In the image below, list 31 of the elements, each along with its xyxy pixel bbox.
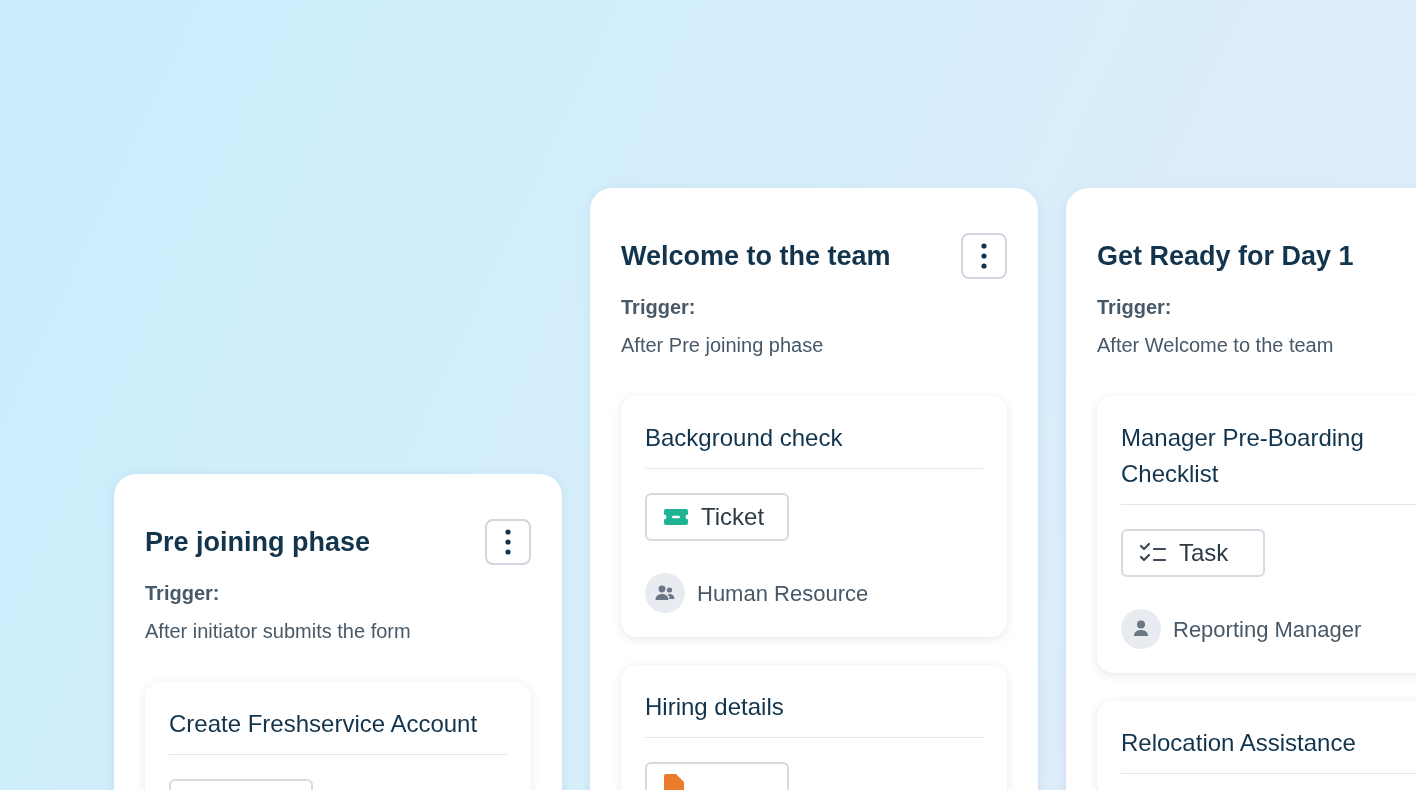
checklist-icon	[1139, 542, 1167, 564]
trigger-value: After initiator submits the form	[145, 619, 412, 644]
assignee-name: Human Resource	[697, 579, 869, 608]
task-title: Relocation Assistance	[1121, 728, 1357, 758]
kebab-menu-icon	[981, 243, 987, 269]
person-icon	[1121, 609, 1161, 649]
more-options-button[interactable]	[485, 519, 531, 565]
phase-title: Get Ready for Day 1	[1097, 239, 1354, 273]
trigger-value: After Pre joining phase	[621, 333, 825, 358]
assignee-name: Reporting Manager	[1173, 615, 1362, 644]
task-type-label: Task	[1179, 538, 1229, 568]
task-card[interactable]: Background check Ticket Human Resource	[621, 396, 1007, 637]
task-card[interactable]: Create Freshservice Account	[145, 682, 531, 790]
trigger-label: Trigger:	[1097, 295, 1173, 320]
phase-title: Welcome to the team	[621, 239, 891, 273]
people-icon	[645, 573, 685, 613]
trigger-value: After Welcome to the team	[1097, 333, 1335, 358]
more-options-button[interactable]	[961, 233, 1007, 279]
task-title: Manager Pre-Boarding Checklist	[1121, 423, 1365, 489]
trigger-label: Trigger:	[621, 295, 697, 320]
task-card[interactable]: Manager Pre-Boarding Checklist Task Reporting Manager	[1097, 396, 1416, 673]
task-card[interactable]: Relocation Assistance	[1097, 701, 1416, 790]
task-title: Background check	[645, 423, 844, 453]
kebab-menu-icon	[505, 529, 511, 555]
task-card[interactable]: Hiring details	[621, 665, 1007, 790]
ticket-icon	[663, 508, 689, 526]
task-type-label: Ticket	[701, 502, 765, 532]
trigger-label: Trigger:	[145, 581, 221, 606]
phase-title: Pre joining phase	[145, 525, 371, 559]
task-title: Hiring details	[645, 692, 785, 722]
task-title: Create Freshservice Account	[169, 709, 479, 739]
